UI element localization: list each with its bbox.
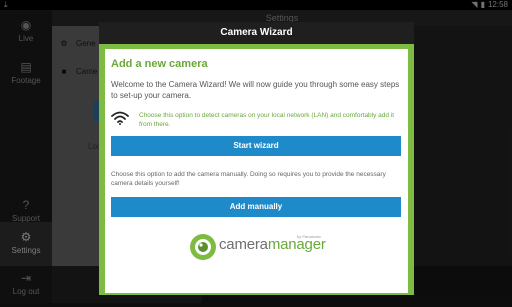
detect-option-text: Choose this option to detect cameras on …: [139, 112, 395, 128]
manual-option-text: Choose this option to add the camera man…: [111, 171, 386, 187]
wizard-intro: Welcome to the Camera Wizard! We will no…: [111, 80, 400, 100]
dialog-title: Camera Wizard: [99, 22, 414, 44]
logo-byline: by Panasonic: [297, 234, 322, 239]
add-manually-button[interactable]: Add manually: [111, 197, 401, 217]
wizard-heading: Add a new camera: [111, 58, 208, 70]
camera-wizard-dialog: Camera Wizard Add a new camera Welcome t…: [99, 22, 414, 295]
dialog-body: Add a new camera Welcome to the Camera W…: [105, 49, 408, 293]
cameramanager-logo: cameramanager by Panasonic: [189, 231, 339, 267]
start-wizard-button[interactable]: Start wizard: [111, 136, 401, 156]
wifi-icon: [111, 111, 129, 125]
logo-part-camera: camera: [219, 236, 268, 253]
cameramanager-logo-icon: [190, 234, 216, 260]
